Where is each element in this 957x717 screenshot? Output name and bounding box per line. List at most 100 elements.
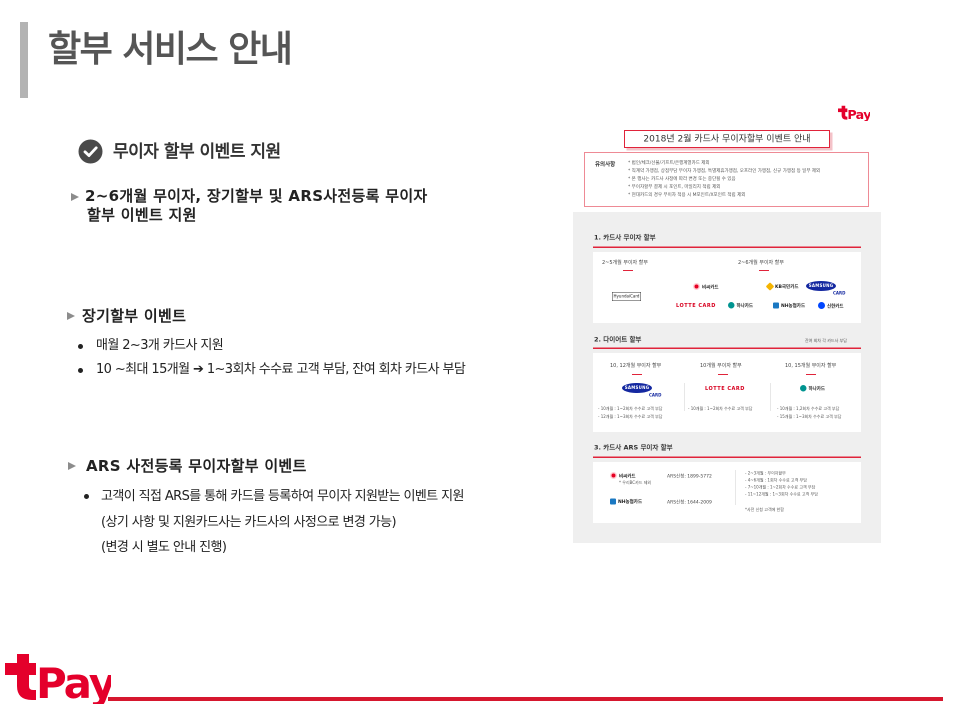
- intro-line-2: 할부 이벤트 지원: [87, 206, 197, 224]
- check-circle-icon: [78, 139, 103, 164]
- term-line: - 12개월 : 1~3회차 수수료 고객 부담: [598, 414, 663, 420]
- caution-item: * 법인/체크/선불/기프트/은행계열카드 제외: [628, 160, 710, 166]
- hana-card-name: 하나카드: [808, 386, 826, 392]
- section1-underline: [593, 246, 861, 248]
- term-line: - 15개월 : 1~3회차 수수료 고객 부담: [777, 414, 842, 420]
- long-term-title: 장기할부 이벤트: [82, 307, 187, 325]
- samsung-card-sub: CARD: [833, 291, 846, 296]
- section1-title: 1. 카드사 무이자 할부: [594, 234, 656, 242]
- shinhan-card-name: 신한카드: [827, 303, 844, 309]
- samsung-card-sub: CARD: [649, 393, 662, 398]
- bc-ars-phone: ARS신청: 1899-5772: [667, 474, 712, 479]
- ars-title: ARS 사전등록 무이자할부 이벤트: [86, 457, 307, 475]
- notice-title: 2018년 2월 카드사 무이자할부 이벤트 안내: [624, 130, 830, 148]
- caution-item: * 본 행사는 카드사 사정에 따라 변경 또는 중단될 수 있음: [628, 176, 736, 182]
- bc-card-icon: [610, 472, 617, 479]
- term-line: - 10개월 : 1~2회차 수수료 고객 부담: [598, 406, 663, 412]
- term-line: - 10개월 : 1,2회차 수수료 고객 부담: [777, 406, 840, 412]
- hana-card-icon: [728, 302, 735, 309]
- section2-label-2: 10개월 무이자 할부: [700, 363, 742, 369]
- section1-label-2: 2~6개월 무이자 할부: [738, 260, 784, 266]
- samsung-card-logo: SAMSUNG: [806, 281, 836, 291]
- section2-label-3: 10, 15개월 무이자 할부: [785, 363, 837, 369]
- label-dash: [806, 374, 816, 375]
- lotte-card-logo: LOTTE CARD: [705, 386, 745, 392]
- ars-terms: - 2~3개월 : 무이자할부 - 4~6개월 : 1회차 수수료 고객 부담 …: [745, 470, 818, 498]
- bullet-dot-icon: [78, 368, 83, 373]
- caution-item: * 현대카드의 경우 무이자 적용 시 M포인트/X포인트 적립 제외: [628, 192, 746, 198]
- ars-bullet: 고객이 직접 ARS를 통해 카드를 등록하여 무이자 지원받는 이벤트 지원: [101, 489, 464, 504]
- column-divider: [735, 470, 736, 505]
- section-heading: 무이자 할부 이벤트 지원: [113, 142, 281, 162]
- label-dash: [632, 374, 642, 375]
- nh-card-name: NH농협카드: [781, 303, 806, 309]
- label-dash: [718, 374, 728, 375]
- section2-underline: [593, 347, 861, 349]
- section2-terms-3: - 10개월 : 1,2회차 수수료 고객 부담 - 15개월 : 1~3회차 …: [777, 405, 841, 421]
- hana-card-logo: 하나카드: [800, 385, 825, 392]
- page-title: 할부 서비스 안내: [48, 29, 293, 70]
- term-line: - 11~12개월 : 1~3회차 수수료 고객 부담: [745, 492, 818, 497]
- section2-note: 잔여 회차 각 카드사 부담: [805, 338, 847, 344]
- hana-card-icon: [800, 385, 807, 392]
- triangle-bullet-icon: [68, 462, 76, 470]
- nh-card-name: NH농협카드: [618, 499, 643, 505]
- caution-label: 유의사항: [595, 161, 616, 168]
- term-line: - 7~10개월 : 1~2회차 수수료 고객 부담: [745, 485, 816, 490]
- title-accent-bar: [20, 22, 28, 98]
- section3-underline: [593, 456, 861, 458]
- section3-title: 3. 카드사 ARS 무이자 할부: [594, 444, 673, 452]
- nh-card-logo: NH농협카드: [773, 302, 805, 309]
- bc-card-logo: 비씨카드: [610, 472, 636, 479]
- section2-terms-2: - 10개월 : 1~2회차 수수료 고객 부담: [688, 405, 752, 413]
- bc-card-name: 비씨카드: [702, 284, 719, 290]
- bullet-dot-icon: [78, 344, 83, 349]
- bc-card-logo: 비씨카드: [693, 283, 719, 290]
- bc-card-name: 비씨카드: [619, 473, 636, 479]
- term-line: - 4~6개월 : 1회차 수수료 고객 부담: [745, 478, 807, 483]
- caution-list: * 법인/체크/선불/기프트/은행계열카드 제외 * 직계약 가맹점, 상점부담…: [628, 159, 820, 199]
- logo-wordmark: Pay: [847, 107, 870, 121]
- label-dash: [759, 270, 769, 271]
- caution-item: * 직계약 가맹점, 상점부담 무이자 가맹점, 특별제휴가맹점, 오프라인 가…: [628, 168, 821, 174]
- ars-note-1: (상기 사항 및 지원카드사는 카드사의 사정으로 변경 가능): [101, 515, 397, 530]
- tpay-logo-small: Pay: [838, 105, 870, 121]
- nh-card-icon: [773, 302, 779, 309]
- caution-item: * 무이자할부 결제 시 포인트, 마일리지 적립 제외: [628, 184, 721, 190]
- event-notice-image: Pay 2018년 2월 카드사 무이자할부 이벤트 안내 유의사항 * 법인/…: [573, 100, 881, 543]
- hyundai-card-logo: HyundaiCard: [612, 292, 641, 301]
- long-term-bullet-1: 매월 2~3개 카드사 지원: [96, 338, 224, 353]
- ars-footnote: *사전 신청 고객에 한함: [745, 507, 784, 513]
- hana-card-logo: 하나카드: [728, 302, 753, 309]
- hana-card-name: 하나카드: [736, 303, 754, 309]
- bc-card-note: * 우리BC카드 제외: [619, 480, 652, 486]
- nh-card-icon: [610, 498, 616, 505]
- section2-title: 2. 다이어트 할부: [594, 336, 642, 344]
- column-divider: [770, 383, 771, 411]
- bullet-dot-icon: [84, 494, 89, 499]
- triangle-bullet-icon: [67, 312, 75, 320]
- kb-card-logo: KB국민카드: [765, 282, 799, 291]
- nh-card-logo: NH농협카드: [610, 498, 642, 505]
- long-term-bullet-2: 10 ~최대 15개월 ➔ 1~3회차 수수료 고객 부담, 잔여 회차 카드사…: [96, 362, 466, 377]
- section1-label-1: 2~5개월 무이자 할부: [602, 260, 648, 266]
- bc-card-icon: [693, 283, 700, 290]
- ars-note-2: (변경 시 별도 안내 진행): [101, 540, 227, 555]
- shinhan-card-logo: 신한카드: [818, 302, 844, 309]
- section2-label-1: 10, 12개월 무이자 할부: [610, 363, 662, 369]
- triangle-bullet-icon: [71, 193, 79, 201]
- shinhan-card-icon: [818, 302, 825, 309]
- column-divider: [684, 383, 685, 411]
- term-line: - 2~3개월 : 무이자할부: [745, 471, 786, 476]
- intro-line-1: 2~6개월 무이자, 장기할부 및 ARS사전등록 무이자: [85, 187, 428, 205]
- lotte-card-logo: LOTTE CARD: [676, 303, 716, 309]
- kb-star-icon: [765, 282, 775, 291]
- logo-wordmark: Pay: [36, 659, 111, 704]
- footer-divider: [108, 697, 943, 701]
- term-line: - 10개월 : 1~2회차 수수료 고객 부담: [688, 406, 753, 412]
- kb-card-name: KB국민카드: [775, 284, 799, 290]
- tpay-logo: Pay: [5, 654, 111, 704]
- section2-terms-1: - 10개월 : 1~2회차 수수료 고객 부담 - 12개월 : 1~3회차 …: [598, 405, 662, 421]
- samsung-card-logo: SAMSUNG: [622, 383, 652, 393]
- label-dash: [623, 270, 633, 271]
